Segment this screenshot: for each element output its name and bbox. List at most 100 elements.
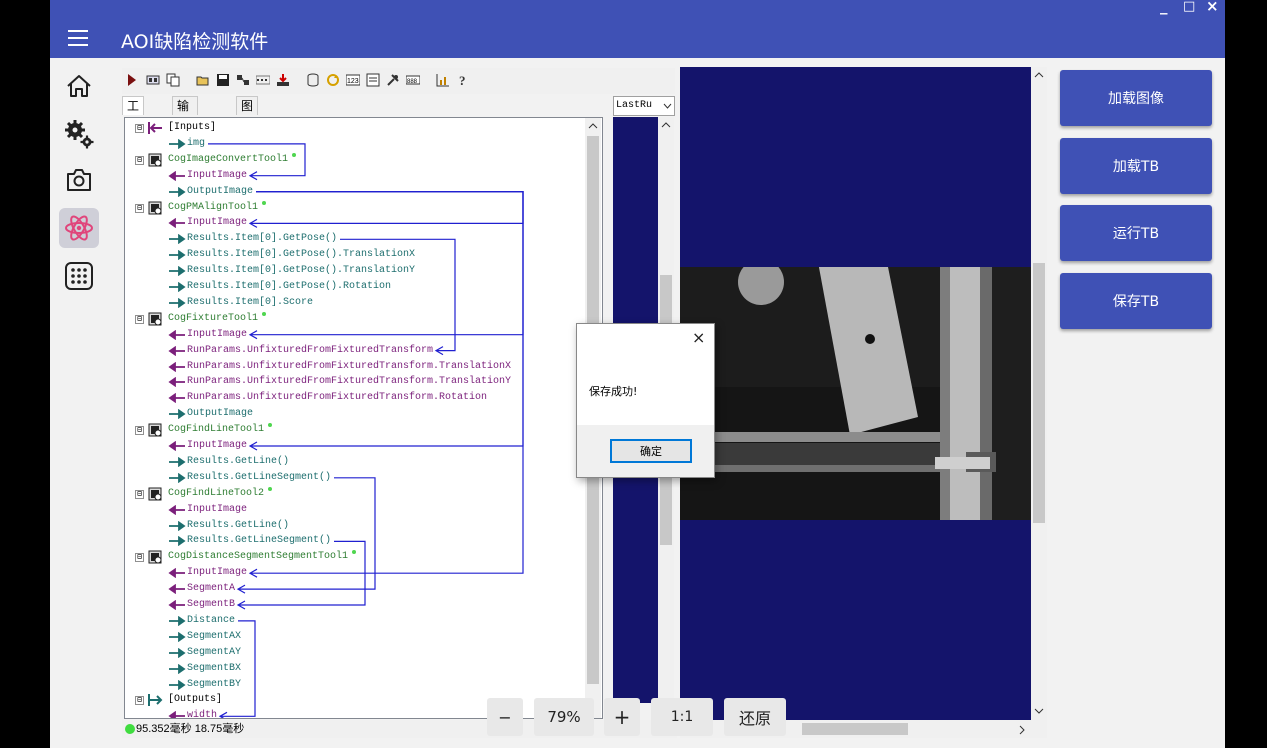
tree-terminal[interactable]: SegmentBY	[125, 677, 580, 693]
tree-terminal[interactable]: RunParams.UnfixturedFromFixturedTransfor…	[125, 343, 580, 359]
scroll-up-icon[interactable]	[588, 122, 598, 130]
run-icon[interactable]	[125, 73, 139, 87]
ellipsis-icon[interactable]	[256, 73, 270, 87]
tree-terminal[interactable]: Results.Item[0].GetPose().TranslationX	[125, 247, 580, 263]
tree-terminal[interactable]: OutputImage	[125, 406, 580, 422]
dialog-close-icon[interactable]: ×	[692, 328, 705, 347]
image-vscroll-thumb[interactable]	[1033, 263, 1045, 523]
tree-terminal[interactable]: Results.Item[0].Score	[125, 295, 580, 311]
tree-terminal[interactable]: Results.GetLine()	[125, 518, 580, 534]
zoom-reset-button[interactable]: 还原	[724, 698, 786, 736]
sidebar-item-settings[interactable]	[59, 114, 99, 154]
tree-terminal[interactable]: InputImage	[125, 168, 580, 184]
tab-io[interactable]: 输入/输出	[172, 96, 199, 167]
tree-terminal[interactable]: Results.Item[0].GetPose().TranslationY	[125, 263, 580, 279]
tree-terminal[interactable]: OutputImage	[125, 184, 580, 200]
tree-terminal[interactable]: Results.GetLineSegment()	[125, 470, 580, 486]
tree-terminal[interactable]: InputImage	[125, 502, 580, 518]
refresh-icon[interactable]	[326, 73, 340, 87]
tree-terminal[interactable]: SegmentAX	[125, 629, 580, 645]
image-vscrollbar[interactable]	[1031, 67, 1047, 720]
tree-terminal[interactable]: InputImage	[125, 438, 580, 454]
scroll-down-icon[interactable]	[1034, 707, 1044, 715]
close-window-button[interactable]: ×	[1206, 0, 1219, 15]
numeric-icon[interactable]: 123	[346, 73, 360, 87]
expander-icon[interactable]: ⊟	[135, 314, 144, 324]
input-arrow-icon	[168, 711, 185, 718]
scroll-up-icon[interactable]	[661, 121, 671, 129]
help-icon[interactable]: ?	[456, 73, 470, 87]
expander-icon[interactable]: ⊟	[135, 124, 144, 133]
minimize-button[interactable]: _	[1160, 0, 1168, 15]
input-arrow-icon	[168, 504, 185, 515]
expander-icon[interactable]: ⊟	[135, 203, 144, 213]
tab-tools[interactable]: 工具	[122, 96, 145, 131]
image-hscroll-thumb[interactable]	[802, 723, 908, 735]
properties-icon[interactable]	[386, 73, 400, 87]
expander-icon[interactable]: ⊟	[135, 489, 144, 499]
tree-label: InputImage	[187, 169, 248, 181]
copy-icon[interactable]	[166, 73, 180, 87]
sidebar-item-apps[interactable]	[59, 256, 99, 296]
zoom-1to1-button[interactable]: 1:1	[651, 698, 713, 736]
output-arrow-icon	[169, 536, 186, 547]
tree-terminal[interactable]: Distance	[125, 613, 580, 629]
sidebar-item-camera[interactable]	[59, 160, 99, 200]
toolblock-tree[interactable]: ⊟ [Inputs] img ⊟ CogImageConvertTool1 InputIm…	[124, 117, 603, 719]
tree-tool-node[interactable]: ⊟ CogPMAlignTool1	[125, 200, 580, 216]
save-icon[interactable]	[216, 73, 230, 87]
tree-terminal[interactable]: Results.GetLineSegment()	[125, 533, 580, 549]
zoom-in-button[interactable]: +	[604, 698, 640, 736]
tree-terminal[interactable]: SegmentB	[125, 597, 580, 613]
tree-terminal[interactable]: InputImage	[125, 565, 580, 581]
run-tb-button[interactable]: 运行TB	[1060, 205, 1212, 261]
tree-terminal[interactable]: SegmentA	[125, 581, 580, 597]
tools-icon[interactable]	[236, 73, 250, 87]
sidebar-item-home[interactable]	[59, 66, 99, 106]
ok-button[interactable]: 确定	[610, 439, 692, 463]
image-display[interactable]	[680, 67, 1031, 720]
database-icon[interactable]	[306, 73, 320, 87]
tree-label: InputImage	[187, 217, 248, 229]
import-icon[interactable]	[276, 73, 290, 87]
tree-terminal[interactable]: SegmentBX	[125, 661, 580, 677]
tree-tool-node[interactable]: ⊟ CogImageConvertTool1	[125, 152, 580, 168]
chart-icon[interactable]	[436, 73, 450, 87]
tree-terminal[interactable]: RunParams.UnfixturedFromFixturedTransfor…	[125, 374, 580, 390]
tree-label: Results.Item[0].GetPose().TranslationX	[187, 249, 416, 261]
expander-icon[interactable]: ⊟	[135, 553, 144, 563]
tree-terminal[interactable]: Results.Item[0].GetPose().Rotation	[125, 279, 580, 295]
tree-group-node[interactable]: ⊟ [Inputs]	[125, 120, 580, 136]
menu-icon[interactable]	[68, 30, 88, 46]
sidebar-item-vision[interactable]	[59, 208, 99, 248]
tree-terminal[interactable]: InputImage	[125, 215, 580, 231]
tree-tool-node[interactable]: ⊟ CogFixtureTool1	[125, 311, 580, 327]
tree-terminal[interactable]: Results.Item[0].GetPose()	[125, 231, 580, 247]
load-image-button[interactable]: 加载图像	[1060, 70, 1212, 126]
tree-terminal[interactable]: SegmentAY	[125, 645, 580, 661]
expander-icon[interactable]: ⊟	[135, 155, 144, 165]
tree-tool-node[interactable]: ⊟ CogFindLineTool2	[125, 486, 580, 502]
zoom-out-button[interactable]: −	[487, 698, 523, 736]
tree-tool-node[interactable]: ⊟ CogDistanceSegmentSegmentTool1	[125, 549, 580, 565]
save-tb-button[interactable]: 保存TB	[1060, 273, 1212, 329]
open-folder-icon[interactable]	[196, 73, 210, 87]
lastrun-select[interactable]: LastRu	[613, 96, 675, 116]
expander-icon[interactable]: ⊟	[135, 426, 144, 436]
tree-terminal[interactable]: RunParams.UnfixturedFromFixturedTransfor…	[125, 359, 580, 375]
scroll-up-icon[interactable]	[1034, 71, 1044, 79]
display-icon[interactable]	[366, 73, 380, 87]
run-continuous-icon[interactable]	[146, 73, 160, 87]
expander-icon[interactable]: ⊟	[135, 696, 144, 706]
tree-terminal[interactable]: InputImage	[125, 327, 580, 343]
tree-terminal[interactable]: img	[125, 136, 580, 152]
maximize-button[interactable]: □	[1183, 0, 1195, 14]
tab-graphics[interactable]: 图形	[236, 96, 259, 131]
dialog-message: 保存成功!	[589, 385, 638, 398]
scroll-right-icon[interactable]	[1018, 725, 1026, 735]
tree-terminal[interactable]: Results.GetLine()	[125, 454, 580, 470]
tree-tool-node[interactable]: ⊟ CogFindLineTool1	[125, 422, 580, 438]
timing-icon[interactable]: 888	[406, 73, 420, 87]
load-tb-button[interactable]: 加载TB	[1060, 138, 1212, 194]
tree-terminal[interactable]: RunParams.UnfixturedFromFixturedTransfor…	[125, 390, 580, 406]
